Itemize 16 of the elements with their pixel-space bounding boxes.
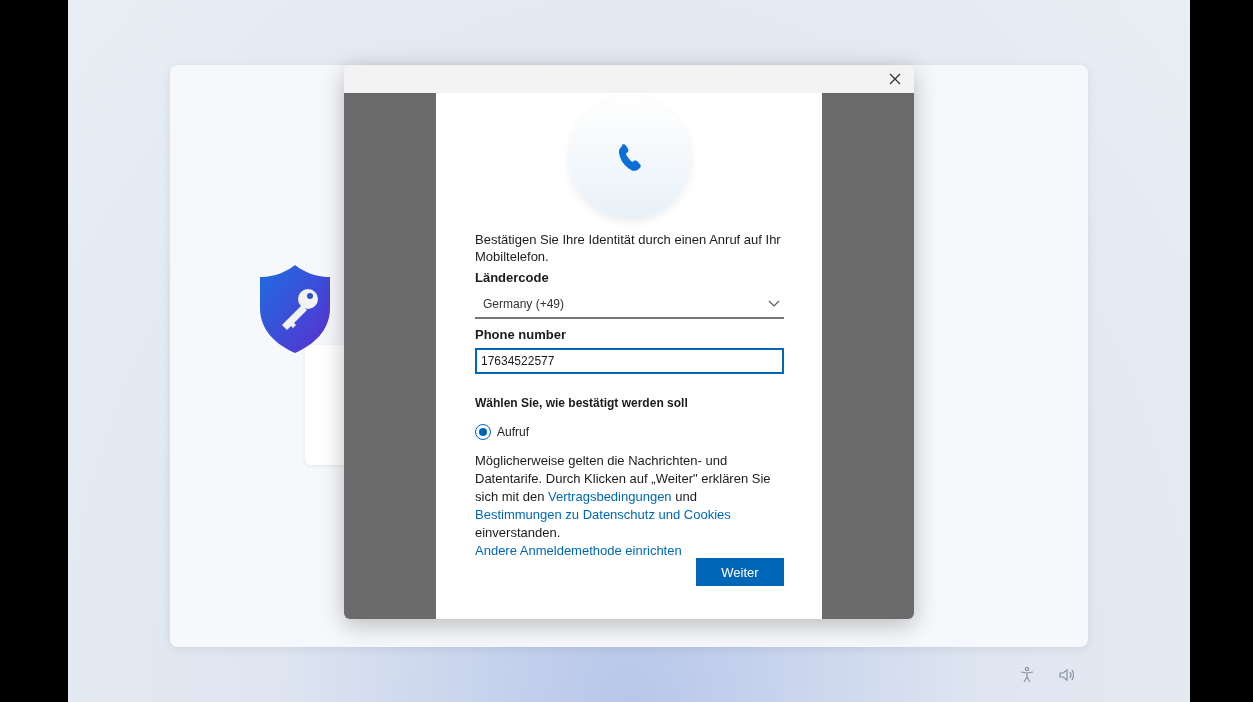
terms-link[interactable]: Bestimmungen zu Datenschutz und Cookies: [475, 507, 731, 522]
section-heading: Wählen Sie, wie bestätigt werden soll: [475, 396, 689, 410]
field-label: Ländercode: [475, 270, 550, 285]
accessibility-icon: [1018, 666, 1036, 684]
shield-key-icon: [258, 263, 332, 353]
radio-option[interactable]: Aufruf: [475, 424, 529, 440]
instruction-text: Bestätigen Sie Ihre Identität durch einen Anruf auf Ihr Mobiltelefon.: [475, 231, 782, 265]
close-button[interactable]: [888, 72, 902, 86]
field-label: Phone number: [475, 327, 567, 342]
terms-link[interactable]: Vertragsbedingungen: [548, 489, 672, 504]
next-button[interactable]: Weiter: [696, 558, 784, 586]
terms-text: Möglicherweise gelten die Nachrichten- und Datentarife. Durch Klicken auf „Weiter" erklären Sie sich mit den Vertragsbedingungen und Bestimmungen zu Datenschutz und Cookies einverstanden.: [475, 452, 772, 542]
chevron-down-icon: [768, 300, 780, 308]
volume-icon: [1058, 666, 1076, 684]
other-method-link[interactable]: Andere Anmeldemethode einrichten: [475, 542, 682, 560]
phone-number-field[interactable]: 17634522577: [475, 348, 784, 374]
